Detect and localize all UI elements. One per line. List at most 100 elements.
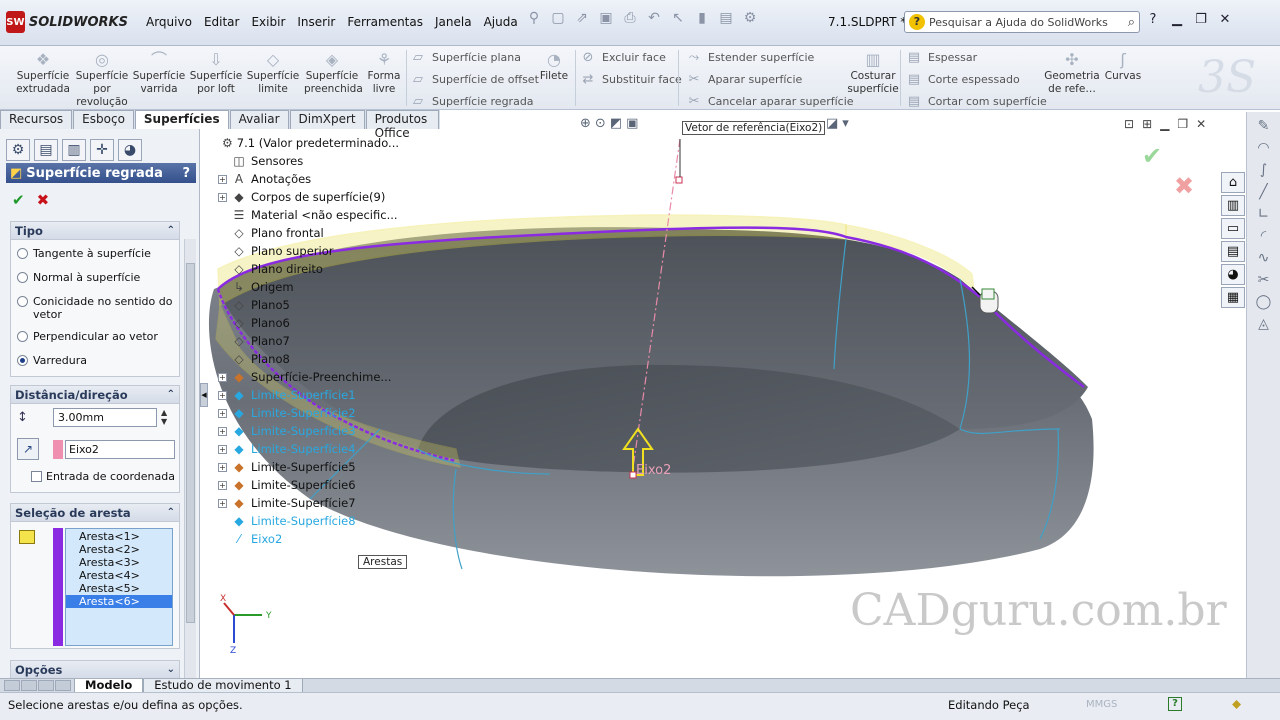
help-icon[interactable]: ? — [182, 166, 190, 181]
tab-modelo[interactable]: Modelo — [74, 678, 144, 693]
resources-icon[interactable]: ▥ — [1221, 195, 1245, 216]
fillet-tool-icon[interactable]: ◜ — [1261, 228, 1266, 244]
app-logo[interactable]: SW SOLIDWORKS — [6, 10, 128, 34]
surface-cut-button[interactable]: ▤ Cortar com superfície — [906, 90, 1047, 112]
opcoes-header[interactable]: Opções ⌄ — [11, 661, 179, 679]
view-palette-icon[interactable]: ▤ — [1221, 241, 1245, 262]
option-normal[interactable]: Normal à superfície — [11, 263, 179, 287]
menu-editar[interactable]: Editar — [198, 12, 246, 32]
revolved-surface-button[interactable]: ◎ Superfície por revolução — [74, 50, 130, 109]
planar-surface-button[interactable]: ▱ Superfície plana — [410, 46, 539, 68]
feature-tree-item[interactable]: + ◆ Limite-Superfície6 — [218, 476, 398, 494]
expand-toggle-icon[interactable]: + — [218, 462, 227, 472]
radio-button[interactable] — [17, 296, 28, 307]
trim-surface-button[interactable]: ✂ Aparar superfície — [686, 68, 854, 90]
lofted-surface-button[interactable]: ⇩ Superfície por loft — [188, 50, 244, 96]
collapse-icon[interactable]: ⌃ — [167, 507, 175, 518]
spline-tool-icon[interactable]: ∫ — [1260, 162, 1267, 178]
feature-tree-item[interactable]: ◫ Sensores — [218, 152, 398, 170]
rebuild-icon[interactable]: ▮ — [692, 10, 712, 30]
menu-ferramentas[interactable]: Ferramentas — [341, 12, 429, 32]
feature-tree-item[interactable]: + ◆ Limite-Superfície4 — [218, 440, 398, 458]
expand-toggle-icon[interactable]: + — [218, 174, 227, 184]
edge-list-item[interactable]: Aresta<3> — [66, 556, 172, 569]
search-input-placeholder[interactable]: Pesquisar a Ajuda do SolidWorks — [929, 16, 1108, 29]
help-menu-icon[interactable]: ? — [1144, 12, 1162, 30]
thicken-button[interactable]: ▤ Espessar — [906, 46, 1047, 68]
menu-janela[interactable]: Janela — [429, 12, 478, 32]
axis-endpoint-handle[interactable] — [675, 176, 683, 184]
offset-surface-button[interactable]: ▱ Superfície de offset — [410, 68, 539, 90]
menu-ajuda[interactable]: Ajuda — [478, 12, 524, 32]
expand-toggle-icon[interactable]: + — [218, 192, 227, 202]
collapse-icon[interactable]: ⌃ — [167, 225, 175, 236]
distance-input[interactable]: 3.00mm — [53, 408, 157, 427]
viewport-minimize-icon[interactable]: ▁ — [1160, 117, 1169, 131]
tab-dimxpert[interactable]: DimXpert — [289, 110, 365, 129]
feature-tree-item[interactable]: ⁄ Eixo2 — [218, 530, 398, 548]
feature-tree-item[interactable]: ◇ Plano7 — [218, 332, 398, 350]
edges-callout[interactable]: Arestas — [358, 555, 408, 569]
tab-recursos[interactable]: Recursos — [0, 110, 73, 129]
appearances-icon[interactable]: ◕ — [1221, 264, 1245, 285]
feature-tree-item[interactable]: ◇ Plano direito — [218, 260, 398, 278]
scrollbar-thumb[interactable] — [186, 263, 195, 623]
distancia-header[interactable]: Distância/direção ⌃ — [11, 386, 179, 404]
viewport-tile-icon[interactable]: ⊞ — [1142, 117, 1152, 131]
file-properties-icon[interactable]: ▤ — [716, 10, 736, 30]
previous-view-icon[interactable]: ◩ — [610, 116, 622, 131]
edge-list-item[interactable]: Aresta<2> — [66, 543, 172, 556]
filled-surface-button[interactable]: ◈ Superfície preenchida — [304, 50, 363, 96]
radio-button[interactable] — [17, 272, 28, 283]
expand-toggle-icon[interactable]: + — [218, 372, 227, 382]
feature-tree-item[interactable]: ↳ Origem — [218, 278, 398, 296]
feature-tree-item[interactable]: ◇ Plano superior — [218, 242, 398, 260]
zoom-to-fit-icon[interactable]: ⊕ — [580, 116, 591, 131]
property-manager-tab-icon[interactable]: ▤ — [34, 139, 58, 161]
circle-tool-icon[interactable]: ◯ — [1256, 294, 1272, 310]
cancel-button[interactable]: ✖ — [37, 191, 50, 209]
line-tool-icon[interactable]: ╱ — [1259, 184, 1267, 200]
measure-tool-icon[interactable]: ◬ — [1258, 316, 1269, 332]
reverse-direction-icon[interactable]: ↗ — [17, 438, 39, 460]
feature-tree-item[interactable]: + ◆ Limite-Superfície5 — [218, 458, 398, 476]
option-conicidade[interactable]: Conicidade no sentido do vetor — [11, 287, 179, 324]
view-settings-icon[interactable]: ▾ — [842, 116, 849, 131]
swept-surface-button[interactable]: ⌒ Superfície varrida — [131, 50, 187, 96]
curves-button[interactable]: ʃ Curvas — [1100, 50, 1146, 83]
edge-list-item[interactable]: Aresta<6> — [66, 595, 172, 608]
save-icon[interactable]: ▣ — [596, 10, 616, 30]
confirm-ok-icon[interactable]: ✔ — [1142, 142, 1162, 170]
feature-tree-item[interactable]: + ◆ Limite-Superfície2 — [218, 404, 398, 422]
freeform-button[interactable]: ⚘ Forma livre — [356, 50, 412, 96]
expand-toggle-icon[interactable]: + — [218, 498, 227, 508]
zoom-area-icon[interactable]: ⊙ — [595, 116, 606, 131]
next-tab-icon[interactable] — [38, 679, 54, 691]
delete-face-button[interactable]: ⊘ Excluir face — [580, 46, 682, 68]
thickened-cut-button[interactable]: ▤ Corte espessado — [906, 68, 1047, 90]
display-manager-tab-icon[interactable]: ◕ — [118, 139, 142, 161]
status-help-icon[interactable]: ? — [1168, 697, 1182, 711]
feature-tree-item[interactable]: + A Anotações — [218, 170, 398, 188]
home-icon[interactable]: ⌂ — [1221, 172, 1245, 193]
file-explorer-icon[interactable]: ▭ — [1221, 218, 1245, 239]
offset-tool-icon[interactable]: ∿ — [1258, 250, 1270, 266]
extend-surface-button[interactable]: ⤳ Estender superfície — [686, 46, 854, 68]
open-icon[interactable]: ⇗ — [572, 10, 592, 30]
confirm-cancel-icon[interactable]: ✖ — [1174, 172, 1194, 200]
menu-exibir[interactable]: Exibir — [245, 12, 291, 32]
last-tab-icon[interactable] — [55, 679, 71, 691]
expand-toggle-icon[interactable]: + — [218, 444, 227, 454]
viewport-split-icon[interactable]: ⊡ — [1124, 117, 1134, 131]
corner-tool-icon[interactable]: ∟ — [1258, 206, 1270, 222]
prev-tab-icon[interactable] — [21, 679, 37, 691]
expand-icon[interactable]: ⌄ — [167, 664, 175, 675]
ok-button[interactable]: ✔ — [12, 191, 25, 209]
feature-manager-tab-icon[interactable]: ⚙ — [6, 139, 30, 161]
untrim-surface-button[interactable]: ✂ Cancelar aparar superfície — [686, 90, 854, 112]
section-view-icon[interactable]: ▣ — [626, 116, 638, 131]
expand-toggle-icon[interactable]: + — [218, 480, 227, 490]
expand-toggle-icon[interactable]: + — [218, 426, 227, 436]
feature-tree-item[interactable]: + ◆ Limite-Superfície7 — [218, 494, 398, 512]
viewport-restore-icon[interactable]: ❐ — [1177, 117, 1188, 131]
